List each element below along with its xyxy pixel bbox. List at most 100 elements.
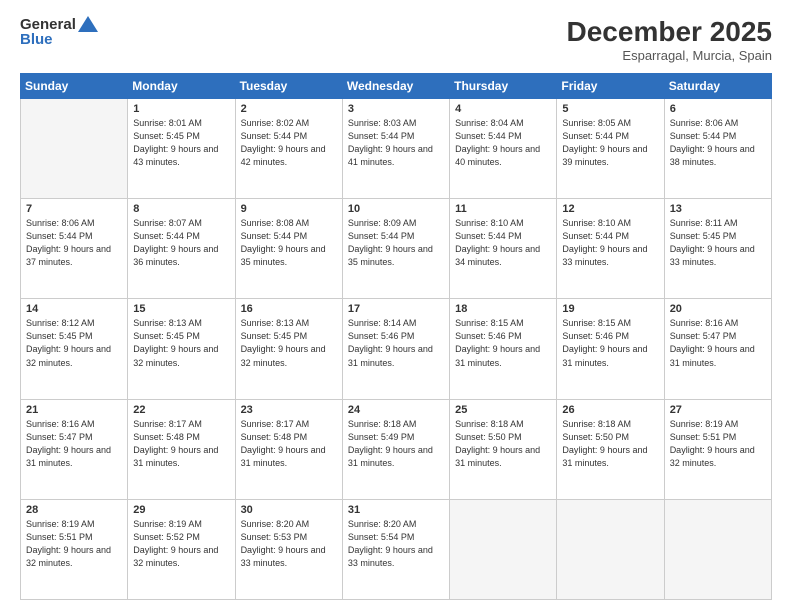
- day-number: 13: [670, 203, 766, 215]
- day-number: 16: [241, 303, 337, 315]
- day-number: 3: [348, 103, 444, 115]
- day-number: 19: [562, 303, 658, 315]
- day-info: Sunrise: 8:10 AM Sunset: 5:44 PM Dayligh…: [562, 217, 658, 269]
- day-info: Sunrise: 8:19 AM Sunset: 5:51 PM Dayligh…: [26, 518, 122, 570]
- day-info: Sunrise: 8:02 AM Sunset: 5:44 PM Dayligh…: [241, 117, 337, 169]
- day-info: Sunrise: 8:12 AM Sunset: 5:45 PM Dayligh…: [26, 317, 122, 369]
- header: General Blue December 2025 Esparragal, M…: [20, 16, 772, 63]
- page: General Blue December 2025 Esparragal, M…: [0, 0, 792, 612]
- calendar-cell: 20 Sunrise: 8:16 AM Sunset: 5:47 PM Dayli…: [664, 299, 771, 399]
- day-info: Sunrise: 8:16 AM Sunset: 5:47 PM Dayligh…: [26, 418, 122, 470]
- calendar-header-row: SundayMondayTuesdayWednesdayThursdayFrid…: [21, 74, 772, 99]
- calendar-cell: 13 Sunrise: 8:11 AM Sunset: 5:45 PM Dayli…: [664, 199, 771, 299]
- day-info: Sunrise: 8:16 AM Sunset: 5:47 PM Dayligh…: [670, 317, 766, 369]
- day-number: 26: [562, 404, 658, 416]
- logo-blue: Blue: [20, 32, 98, 49]
- day-info: Sunrise: 8:17 AM Sunset: 5:48 PM Dayligh…: [241, 418, 337, 470]
- day-number: 25: [455, 404, 551, 416]
- month-title: December 2025: [567, 16, 772, 48]
- day-number: 22: [133, 404, 229, 416]
- calendar-cell: 3Sunrise: 8:03 AM Sunset: 5:44 PM Daylig…: [342, 99, 449, 199]
- calendar-header-thursday: Thursday: [450, 74, 557, 99]
- day-number: 20: [670, 303, 766, 315]
- day-number: 1: [133, 103, 229, 115]
- calendar-header-monday: Monday: [128, 74, 235, 99]
- day-number: 12: [562, 203, 658, 215]
- day-info: Sunrise: 8:18 AM Sunset: 5:50 PM Dayligh…: [455, 418, 551, 470]
- calendar-header-sunday: Sunday: [21, 74, 128, 99]
- day-info: Sunrise: 8:13 AM Sunset: 5:45 PM Dayligh…: [133, 317, 229, 369]
- calendar-cell: 4 Sunrise: 8:04 AM Sunset: 5:44 PM Daylig…: [450, 99, 557, 199]
- calendar-cell: 26Sunrise: 8:18 AM Sunset: 5:50 PM Dayli…: [557, 399, 664, 499]
- title-block: December 2025 Esparragal, Murcia, Spain: [567, 16, 772, 63]
- calendar-week-5: 28Sunrise: 8:19 AM Sunset: 5:51 PM Dayli…: [21, 499, 772, 599]
- day-number: 29: [133, 504, 229, 516]
- day-info: Sunrise: 8:14 AM Sunset: 5:46 PM Dayligh…: [348, 317, 444, 369]
- calendar-cell: 31 Sunrise: 8:20 AM Sunset: 5:54 PM Dayli…: [342, 499, 449, 599]
- calendar-cell: 7 Sunrise: 8:06 AM Sunset: 5:44 PM Daylig…: [21, 199, 128, 299]
- day-info: Sunrise: 8:07 AM Sunset: 5:44 PM Dayligh…: [133, 217, 229, 269]
- calendar-cell: 6Sunrise: 8:06 AM Sunset: 5:44 PM Daylig…: [664, 99, 771, 199]
- calendar-cell: 17Sunrise: 8:14 AM Sunset: 5:46 PM Dayli…: [342, 299, 449, 399]
- day-number: 27: [670, 404, 766, 416]
- logo-text: General Blue: [20, 16, 98, 49]
- day-number: 23: [241, 404, 337, 416]
- calendar-cell: 30 Sunrise: 8:20 AM Sunset: 5:53 PM Dayli…: [235, 499, 342, 599]
- day-info: Sunrise: 8:20 AM Sunset: 5:54 PM Dayligh…: [348, 518, 444, 570]
- day-info: Sunrise: 8:01 AM Sunset: 5:45 PM Dayligh…: [133, 117, 229, 169]
- day-info: Sunrise: 8:13 AM Sunset: 5:45 PM Dayligh…: [241, 317, 337, 369]
- calendar-cell: [557, 499, 664, 599]
- day-number: 31: [348, 504, 444, 516]
- calendar-cell: 29 Sunrise: 8:19 AM Sunset: 5:52 PM Dayli…: [128, 499, 235, 599]
- day-info: Sunrise: 8:09 AM Sunset: 5:44 PM Dayligh…: [348, 217, 444, 269]
- day-number: 9: [241, 203, 337, 215]
- location: Esparragal, Murcia, Spain: [567, 48, 772, 63]
- calendar-cell: 14Sunrise: 8:12 AM Sunset: 5:45 PM Dayli…: [21, 299, 128, 399]
- day-info: Sunrise: 8:15 AM Sunset: 5:46 PM Dayligh…: [562, 317, 658, 369]
- calendar-week-4: 21Sunrise: 8:16 AM Sunset: 5:47 PM Dayli…: [21, 399, 772, 499]
- day-number: 7: [26, 203, 122, 215]
- calendar-cell: 22 Sunrise: 8:17 AM Sunset: 5:48 PM Dayli…: [128, 399, 235, 499]
- day-number: 18: [455, 303, 551, 315]
- calendar-cell: 28Sunrise: 8:19 AM Sunset: 5:51 PM Dayli…: [21, 499, 128, 599]
- day-info: Sunrise: 8:10 AM Sunset: 5:44 PM Dayligh…: [455, 217, 551, 269]
- day-info: Sunrise: 8:15 AM Sunset: 5:46 PM Dayligh…: [455, 317, 551, 369]
- calendar-header-wednesday: Wednesday: [342, 74, 449, 99]
- logo: General Blue: [20, 16, 98, 49]
- calendar-week-2: 7 Sunrise: 8:06 AM Sunset: 5:44 PM Daylig…: [21, 199, 772, 299]
- day-info: Sunrise: 8:11 AM Sunset: 5:45 PM Dayligh…: [670, 217, 766, 269]
- day-number: 4: [455, 103, 551, 115]
- calendar-cell: 23 Sunrise: 8:17 AM Sunset: 5:48 PM Dayli…: [235, 399, 342, 499]
- calendar-cell: 12 Sunrise: 8:10 AM Sunset: 5:44 PM Dayli…: [557, 199, 664, 299]
- day-number: 30: [241, 504, 337, 516]
- day-number: 15: [133, 303, 229, 315]
- day-number: 10: [348, 203, 444, 215]
- calendar-header-saturday: Saturday: [664, 74, 771, 99]
- day-info: Sunrise: 8:18 AM Sunset: 5:49 PM Dayligh…: [348, 418, 444, 470]
- calendar-cell: [664, 499, 771, 599]
- day-info: Sunrise: 8:06 AM Sunset: 5:44 PM Dayligh…: [670, 117, 766, 169]
- calendar-cell: 25 Sunrise: 8:18 AM Sunset: 5:50 PM Dayli…: [450, 399, 557, 499]
- logo-triangle-icon: [78, 16, 98, 32]
- day-number: 24: [348, 404, 444, 416]
- day-info: Sunrise: 8:05 AM Sunset: 5:44 PM Dayligh…: [562, 117, 658, 169]
- day-info: Sunrise: 8:06 AM Sunset: 5:44 PM Dayligh…: [26, 217, 122, 269]
- calendar-cell: 11Sunrise: 8:10 AM Sunset: 5:44 PM Dayli…: [450, 199, 557, 299]
- calendar-cell: [450, 499, 557, 599]
- day-info: Sunrise: 8:04 AM Sunset: 5:44 PM Dayligh…: [455, 117, 551, 169]
- day-info: Sunrise: 8:19 AM Sunset: 5:51 PM Dayligh…: [670, 418, 766, 470]
- day-info: Sunrise: 8:17 AM Sunset: 5:48 PM Dayligh…: [133, 418, 229, 470]
- calendar-cell: 9Sunrise: 8:08 AM Sunset: 5:44 PM Daylig…: [235, 199, 342, 299]
- calendar-cell: 10 Sunrise: 8:09 AM Sunset: 5:44 PM Dayli…: [342, 199, 449, 299]
- calendar-cell: [21, 99, 128, 199]
- calendar-cell: 16 Sunrise: 8:13 AM Sunset: 5:45 PM Dayli…: [235, 299, 342, 399]
- day-info: Sunrise: 8:19 AM Sunset: 5:52 PM Dayligh…: [133, 518, 229, 570]
- day-number: 5: [562, 103, 658, 115]
- calendar-cell: 27 Sunrise: 8:19 AM Sunset: 5:51 PM Dayli…: [664, 399, 771, 499]
- calendar-week-1: 1 Sunrise: 8:01 AM Sunset: 5:45 PM Daylig…: [21, 99, 772, 199]
- day-info: Sunrise: 8:20 AM Sunset: 5:53 PM Dayligh…: [241, 518, 337, 570]
- calendar-cell: 2Sunrise: 8:02 AM Sunset: 5:44 PM Daylig…: [235, 99, 342, 199]
- calendar-cell: 1 Sunrise: 8:01 AM Sunset: 5:45 PM Daylig…: [128, 99, 235, 199]
- calendar-cell: 5 Sunrise: 8:05 AM Sunset: 5:44 PM Daylig…: [557, 99, 664, 199]
- calendar-cell: 8Sunrise: 8:07 AM Sunset: 5:44 PM Daylig…: [128, 199, 235, 299]
